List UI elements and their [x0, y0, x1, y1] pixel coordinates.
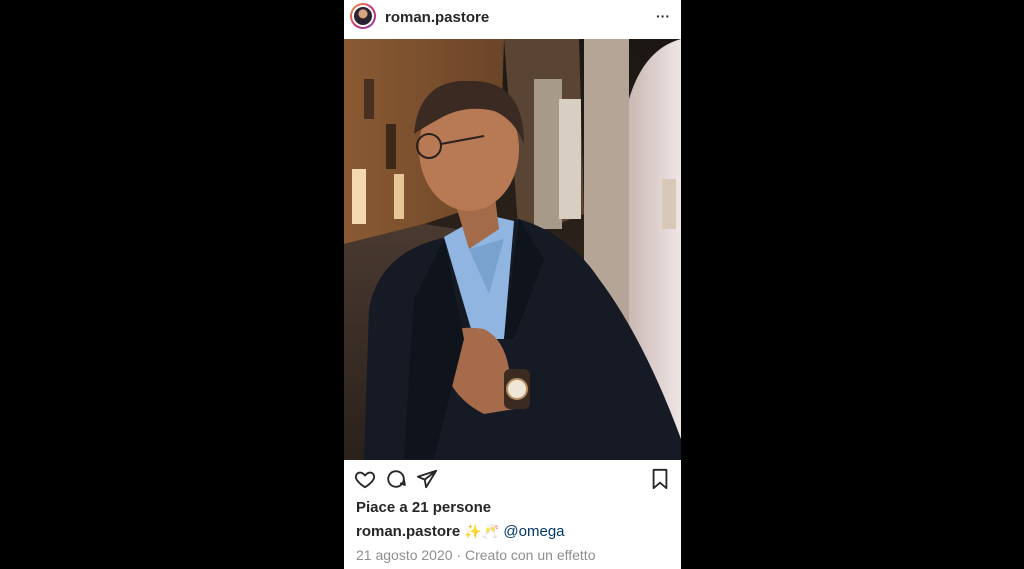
post-actions: [344, 468, 681, 492]
more-options-icon[interactable]: ···: [653, 8, 673, 24]
post-photo[interactable]: [344, 39, 681, 460]
caption-username[interactable]: roman.pastore: [356, 523, 460, 540]
likes-count[interactable]: Piace a 21 persone: [356, 499, 491, 516]
meta-separator: ·: [456, 547, 462, 563]
bookmark-icon[interactable]: [649, 468, 671, 490]
post-meta: 21 agosto 2020 · Creato con un effetto: [356, 547, 595, 563]
avatar-ring: [352, 5, 374, 27]
post-date: 21 agosto 2020: [356, 547, 453, 563]
profile-avatar[interactable]: [350, 3, 376, 29]
instagram-post: roman.pastore ··· Piace a 21 persone rom…: [344, 0, 681, 569]
photo-illustration: [344, 39, 681, 460]
comment-icon[interactable]: [385, 468, 407, 490]
caption-mention[interactable]: @omega: [503, 523, 564, 540]
heart-icon[interactable]: [354, 468, 376, 490]
send-icon[interactable]: [416, 468, 438, 490]
effect-link[interactable]: Creato con un effetto: [465, 547, 596, 563]
post-caption: roman.pastore ✨🥂 @omega: [356, 523, 565, 540]
post-header: roman.pastore ···: [344, 0, 681, 39]
caption-emojis: ✨🥂: [464, 523, 500, 539]
avatar-photo: [354, 7, 372, 25]
post-username[interactable]: roman.pastore: [385, 9, 489, 26]
